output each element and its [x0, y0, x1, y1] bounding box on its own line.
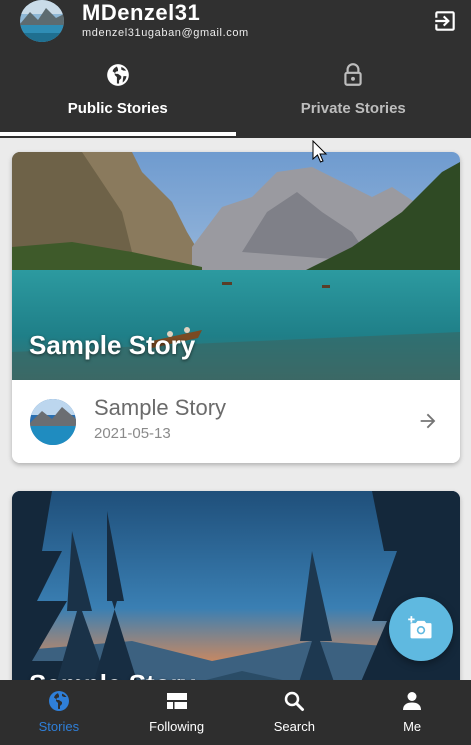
nav-following-label: Following — [149, 719, 205, 734]
tab-public-stories-label: Public Stories — [67, 100, 168, 117]
globe-icon — [48, 691, 69, 711]
nav-me-label: Me — [403, 719, 422, 734]
user-name: MDenzel31 — [82, 0, 201, 25]
add-photo-button[interactable] — [389, 597, 453, 661]
lock-icon — [344, 63, 362, 86]
add-photo-icon — [408, 616, 432, 639]
story-title: Sample Story — [94, 395, 227, 420]
user-avatar[interactable] — [20, 0, 64, 42]
story-card[interactable]: Sample Story — [12, 491, 460, 680]
nav-following[interactable]: Following — [118, 680, 236, 745]
story-image-forest-sunset — [12, 491, 460, 680]
bottom-navigation: Stories Following Search Me — [0, 680, 471, 745]
user-email: mdenzel31ugaban@gmail.com — [82, 27, 249, 39]
mouse-cursor-icon — [312, 140, 328, 163]
tab-indicator — [0, 132, 236, 136]
search-icon — [285, 691, 305, 711]
nav-me[interactable]: Me — [353, 680, 471, 745]
story-card-footer[interactable]: Sample Story 2021-05-13 — [12, 380, 460, 463]
nav-search[interactable]: Search — [236, 680, 354, 745]
globe-icon — [106, 64, 129, 86]
story-card[interactable]: Sample Story Sample Story 2021-05-13 — [12, 152, 460, 463]
tab-private-stories-label: Private Stories — [300, 100, 406, 117]
story-list[interactable]: Sample Story Sample Story 2021-05-13 — [0, 138, 471, 680]
person-icon — [403, 692, 422, 710]
story-author-avatar[interactable] — [30, 399, 76, 445]
story-overlay-title: Sample Story — [29, 330, 196, 360]
view-list-icon — [166, 693, 187, 709]
nav-search-label: Search — [273, 719, 315, 734]
app-bar: MDenzel31 mdenzel31ugaban@gmail.com Publ… — [0, 0, 471, 138]
tab-private-stories[interactable]: Private Stories — [236, 58, 471, 138]
logout-icon[interactable] — [432, 8, 458, 34]
nav-stories[interactable]: Stories — [0, 680, 118, 745]
story-overlay-title: Sample Story — [29, 669, 195, 680]
arrow-forward-icon[interactable] — [417, 410, 439, 432]
tab-public-stories[interactable]: Public Stories — [0, 58, 236, 138]
story-date: 2021-05-13 — [94, 425, 171, 442]
story-tabs: Public Stories Private Stories — [0, 58, 471, 138]
nav-stories-label: Stories — [38, 719, 80, 734]
